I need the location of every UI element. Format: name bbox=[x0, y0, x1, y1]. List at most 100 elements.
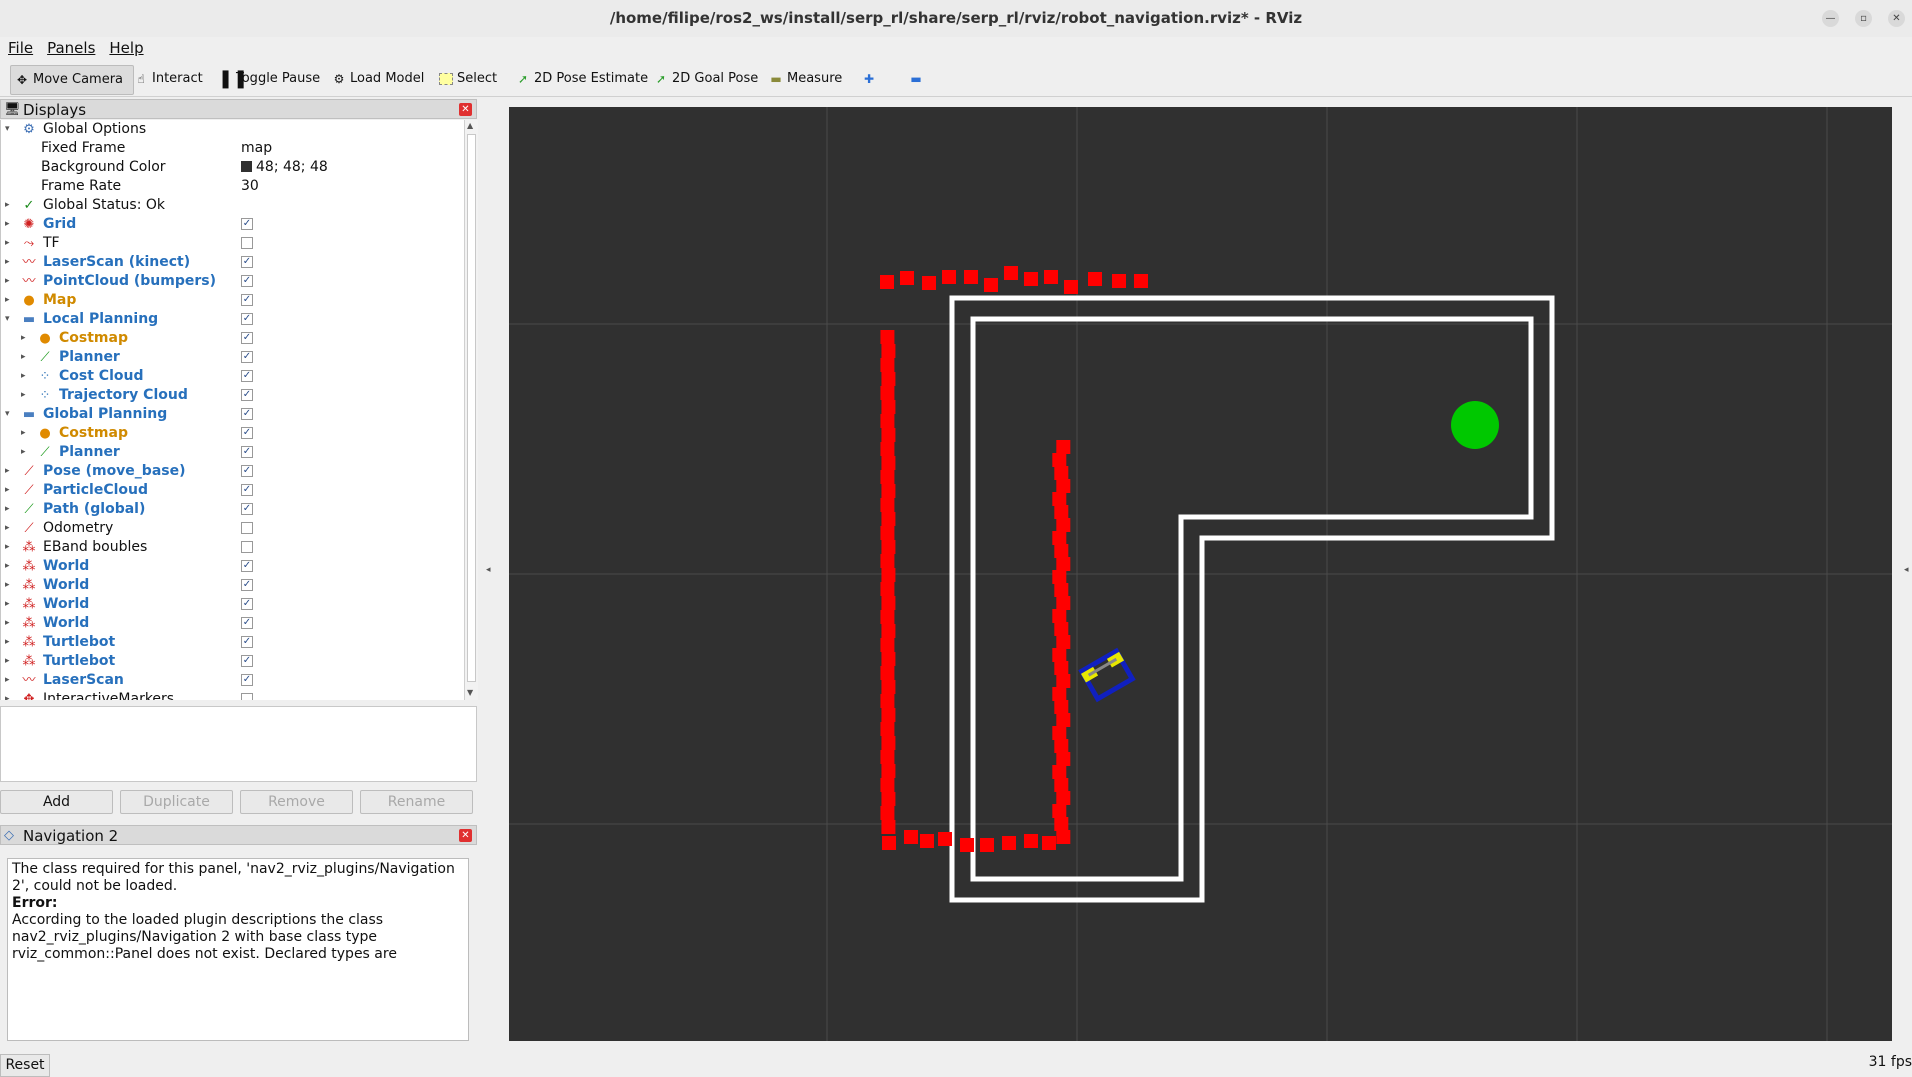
expand-arrow-icon[interactable]: ▸ bbox=[5, 576, 15, 595]
scroll-up-icon[interactable]: ▲ bbox=[467, 121, 473, 130]
remove-tool-button[interactable]: ▬ bbox=[905, 65, 927, 93]
background-color-row[interactable]: Background Color 48; 48; 48 bbox=[1, 158, 465, 177]
expand-arrow-icon[interactable]: ▸ bbox=[21, 386, 31, 405]
expand-arrow-icon[interactable]: ▸ bbox=[5, 196, 15, 215]
expand-arrow-icon[interactable]: ▸ bbox=[5, 215, 15, 234]
expand-arrow-icon[interactable]: ▸ bbox=[5, 557, 15, 576]
enable-checkbox[interactable]: ✓ bbox=[241, 275, 253, 287]
global-options-row[interactable]: ▾ ⚙ Global Options bbox=[1, 120, 465, 139]
enable-checkbox[interactable]: ✓ bbox=[241, 446, 253, 458]
display-item[interactable]: ▸ ⟋ Odometry bbox=[1, 519, 465, 538]
enable-checkbox[interactable] bbox=[241, 541, 253, 553]
expand-arrow-icon[interactable]: ▸ bbox=[21, 367, 31, 386]
display-item[interactable]: ▸ ● Map ✓ bbox=[1, 291, 465, 310]
maximize-icon[interactable]: ▫ bbox=[1855, 10, 1872, 27]
menu-help[interactable]: Help bbox=[103, 37, 149, 59]
enable-checkbox[interactable]: ✓ bbox=[241, 655, 253, 667]
expand-arrow-icon[interactable]: ▸ bbox=[21, 424, 31, 443]
close-icon[interactable]: ✕ bbox=[459, 829, 472, 842]
display-item[interactable]: ▸ 〰 PointCloud (bumpers) ✓ bbox=[1, 272, 465, 291]
display-item[interactable]: ▸ ⁂ World ✓ bbox=[1, 576, 465, 595]
expand-arrow-icon[interactable]: ▸ bbox=[21, 329, 31, 348]
enable-checkbox[interactable]: ✓ bbox=[241, 484, 253, 496]
expand-arrow-icon[interactable]: ▸ bbox=[5, 671, 15, 690]
select-tool[interactable]: Select bbox=[435, 65, 501, 93]
expand-arrow-icon[interactable]: ▸ bbox=[5, 652, 15, 671]
display-item[interactable]: ▸ ⁂ Turtlebot ✓ bbox=[1, 652, 465, 671]
load-model-button[interactable]: ⚙ Load Model bbox=[328, 65, 428, 93]
expand-arrow-icon[interactable]: ▸ bbox=[5, 538, 15, 557]
enable-checkbox[interactable]: ✓ bbox=[241, 617, 253, 629]
display-item[interactable]: ▸ ⁂ Turtlebot ✓ bbox=[1, 633, 465, 652]
displays-scrollbar[interactable]: ▲ ▼ bbox=[464, 120, 478, 700]
display-item[interactable]: ▸ ⁘ Trajectory Cloud ✓ bbox=[1, 386, 465, 405]
expand-arrow-icon[interactable]: ▸ bbox=[21, 348, 31, 367]
measure-tool[interactable]: ▬ Measure bbox=[765, 65, 846, 93]
left-splitter-handle[interactable]: ◂ bbox=[486, 565, 491, 575]
close-icon[interactable]: ✕ bbox=[459, 103, 472, 116]
pose-estimate-tool[interactable]: ➚ 2D Pose Estimate bbox=[512, 65, 652, 93]
expand-arrow-icon[interactable]: ▸ bbox=[5, 690, 15, 700]
goal-pose-tool[interactable]: ➚ 2D Goal Pose bbox=[650, 65, 762, 93]
display-item[interactable]: ▾ ▬ Global Planning ✓ bbox=[1, 405, 465, 424]
enable-checkbox[interactable]: ✓ bbox=[241, 560, 253, 572]
close-icon[interactable]: ✕ bbox=[1888, 10, 1905, 27]
scroll-thumb[interactable] bbox=[467, 134, 476, 682]
display-item[interactable]: ▸ ⁘ Cost Cloud ✓ bbox=[1, 367, 465, 386]
expand-arrow-icon[interactable]: ▾ bbox=[5, 405, 15, 424]
display-item[interactable]: ▸ ⟋ Planner ✓ bbox=[1, 348, 465, 367]
display-item[interactable]: ▸ ⁂ World ✓ bbox=[1, 557, 465, 576]
expand-arrow-icon[interactable]: ▸ bbox=[5, 462, 15, 481]
rename-button[interactable]: Rename bbox=[360, 790, 473, 814]
display-item[interactable]: ▸ ● Costmap ✓ bbox=[1, 329, 465, 348]
scroll-down-icon[interactable]: ▼ bbox=[467, 688, 473, 697]
enable-checkbox[interactable]: ✓ bbox=[241, 598, 253, 610]
enable-checkbox[interactable] bbox=[241, 693, 253, 700]
remove-button[interactable]: Remove bbox=[240, 790, 353, 814]
move-camera-tool[interactable]: ✥ Move Camera bbox=[10, 65, 134, 95]
expand-arrow-icon[interactable]: ▸ bbox=[5, 614, 15, 633]
menu-file[interactable]: File bbox=[2, 37, 39, 59]
display-item[interactable]: ▸ ✺ Grid ✓ bbox=[1, 215, 465, 234]
enable-checkbox[interactable]: ✓ bbox=[241, 332, 253, 344]
minimize-icon[interactable]: — bbox=[1822, 10, 1839, 27]
enable-checkbox[interactable]: ✓ bbox=[241, 465, 253, 477]
enable-checkbox[interactable]: ✓ bbox=[241, 313, 253, 325]
add-tool-button[interactable]: ✚ bbox=[858, 65, 880, 93]
duplicate-button[interactable]: Duplicate bbox=[120, 790, 233, 814]
expand-arrow-icon[interactable]: ▸ bbox=[5, 633, 15, 652]
display-item[interactable]: ▸ ⟋ Path (global) ✓ bbox=[1, 500, 465, 519]
expand-arrow-icon[interactable]: ▸ bbox=[21, 443, 31, 462]
enable-checkbox[interactable]: ✓ bbox=[241, 636, 253, 648]
display-item[interactable]: ▸ ⟋ Planner ✓ bbox=[1, 443, 465, 462]
menu-panels[interactable]: Panels bbox=[41, 37, 101, 59]
enable-checkbox[interactable]: ✓ bbox=[241, 674, 253, 686]
frame-rate-value[interactable]: 30 bbox=[241, 177, 259, 196]
display-item[interactable]: ▸ ⁂ EBand boubles bbox=[1, 538, 465, 557]
expand-arrow-icon[interactable]: ▸ bbox=[5, 519, 15, 538]
display-item[interactable]: ▸ ⁂ World ✓ bbox=[1, 595, 465, 614]
enable-checkbox[interactable]: ✓ bbox=[241, 579, 253, 591]
enable-checkbox[interactable]: ✓ bbox=[241, 256, 253, 268]
frame-rate-row[interactable]: Frame Rate 30 bbox=[1, 177, 465, 196]
expand-arrow-icon[interactable]: ▸ bbox=[5, 253, 15, 272]
enable-checkbox[interactable]: ✓ bbox=[241, 408, 253, 420]
expand-arrow-icon[interactable]: ▸ bbox=[5, 481, 15, 500]
expand-arrow-icon[interactable]: ▸ bbox=[5, 234, 15, 253]
display-item[interactable]: ▸ ✥ InteractiveMarkers bbox=[1, 690, 465, 700]
toggle-pause-button[interactable]: ❚❚ Toggle Pause bbox=[214, 65, 324, 93]
interact-tool[interactable]: ☝ Interact bbox=[130, 65, 207, 93]
enable-checkbox[interactable]: ✓ bbox=[241, 351, 253, 363]
fixed-frame-value[interactable]: map bbox=[241, 139, 272, 158]
enable-checkbox[interactable] bbox=[241, 237, 253, 249]
enable-checkbox[interactable]: ✓ bbox=[241, 218, 253, 230]
expand-arrow-icon[interactable]: ▸ bbox=[5, 500, 15, 519]
fixed-frame-row[interactable]: Fixed Frame map bbox=[1, 139, 465, 158]
expand-arrow-icon[interactable]: ▸ bbox=[5, 291, 15, 310]
background-color-value[interactable]: 48; 48; 48 bbox=[241, 158, 328, 177]
display-item[interactable]: ▸ ● Costmap ✓ bbox=[1, 424, 465, 443]
right-splitter-handle[interactable]: ◂ bbox=[1904, 565, 1909, 575]
display-item[interactable]: ▸ ⁂ World ✓ bbox=[1, 614, 465, 633]
display-item[interactable]: ▾ ▬ Local Planning ✓ bbox=[1, 310, 465, 329]
add-button[interactable]: Add bbox=[0, 790, 113, 814]
